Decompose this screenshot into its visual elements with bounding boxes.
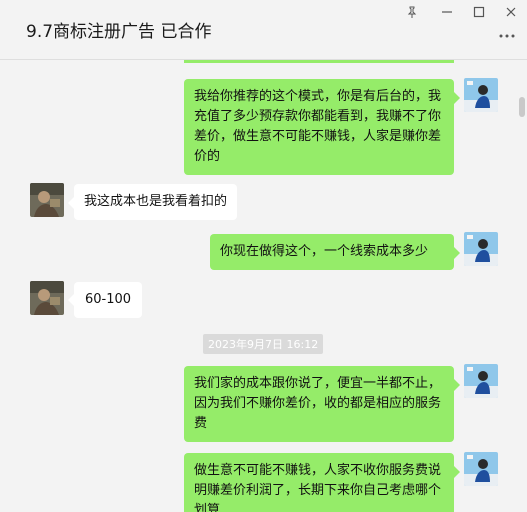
bubble-tail xyxy=(454,92,460,104)
message-bubble-me[interactable]: 我们家的成本跟你说了，便宜一半都不止，因为我们不赚你差价，收的都是相应的服务费 xyxy=(184,366,454,442)
minimize-icon[interactable] xyxy=(434,2,460,22)
message-bubble-me[interactable]: 我给你推荐的这个模式，你是有后台的，我充值了多少预存款你都能看到，我赚不了你差价… xyxy=(184,79,454,175)
my-avatar[interactable] xyxy=(464,78,498,112)
more-dots-icon[interactable] xyxy=(495,28,519,48)
contact-avatar[interactable] xyxy=(30,183,64,217)
message-text: 我这成本也是我看着扣的 xyxy=(84,194,228,209)
bubble-tail xyxy=(454,379,460,391)
message-bubble-other[interactable]: 我这成本也是我看着扣的 xyxy=(74,184,238,220)
message-bubble-me[interactable]: 做生意不可能不赚钱，人家不收你服务费说明赚差价利润了，长期下来你自己考虑哪个划算 xyxy=(184,453,454,512)
message-bubble-me[interactable]: 你现在做得这个，一个线索成本多少 xyxy=(210,234,454,270)
maximize-icon[interactable] xyxy=(466,2,492,22)
close-icon[interactable] xyxy=(498,2,524,22)
scrollbar-thumb[interactable] xyxy=(519,97,525,117)
message-text: 你现在做得这个，一个线索成本多少 xyxy=(220,244,429,259)
message-list[interactable]: 我给你推荐的这个模式，你是有后台的，我充值了多少预存款你都能看到，我赚不了你差价… xyxy=(0,60,527,512)
bubble-tail xyxy=(454,466,460,478)
my-avatar[interactable] xyxy=(464,452,498,486)
my-avatar[interactable] xyxy=(464,364,498,398)
message-bubble-other[interactable]: 60-100 xyxy=(74,282,142,318)
message-text: 做生意不可能不赚钱，人家不收你服务费说明赚差价利润了，长期下来你自己考虑哪个划算 xyxy=(194,463,442,512)
message-text: 我给你推荐的这个模式，你是有后台的，我充值了多少预存款你都能看到，我赚不了你差价… xyxy=(194,89,442,164)
chat-title: 9.7商标注册广告 已合作 xyxy=(26,22,212,42)
message-text: 我们家的成本跟你说了，便宜一半都不止，因为我们不赚你差价，收的都是相应的服务费 xyxy=(194,376,442,431)
bubble-tail xyxy=(454,247,460,259)
pin-icon[interactable] xyxy=(399,2,425,22)
contact-avatar[interactable] xyxy=(30,281,64,315)
timestamp-divider: 2023年9月7日 16:12 xyxy=(203,334,324,354)
previous-message-edge xyxy=(184,60,454,63)
chat-header: 9.7商标注册广告 已合作 xyxy=(0,0,527,60)
my-avatar[interactable] xyxy=(464,232,498,266)
message-text: 60-100 xyxy=(84,292,132,307)
